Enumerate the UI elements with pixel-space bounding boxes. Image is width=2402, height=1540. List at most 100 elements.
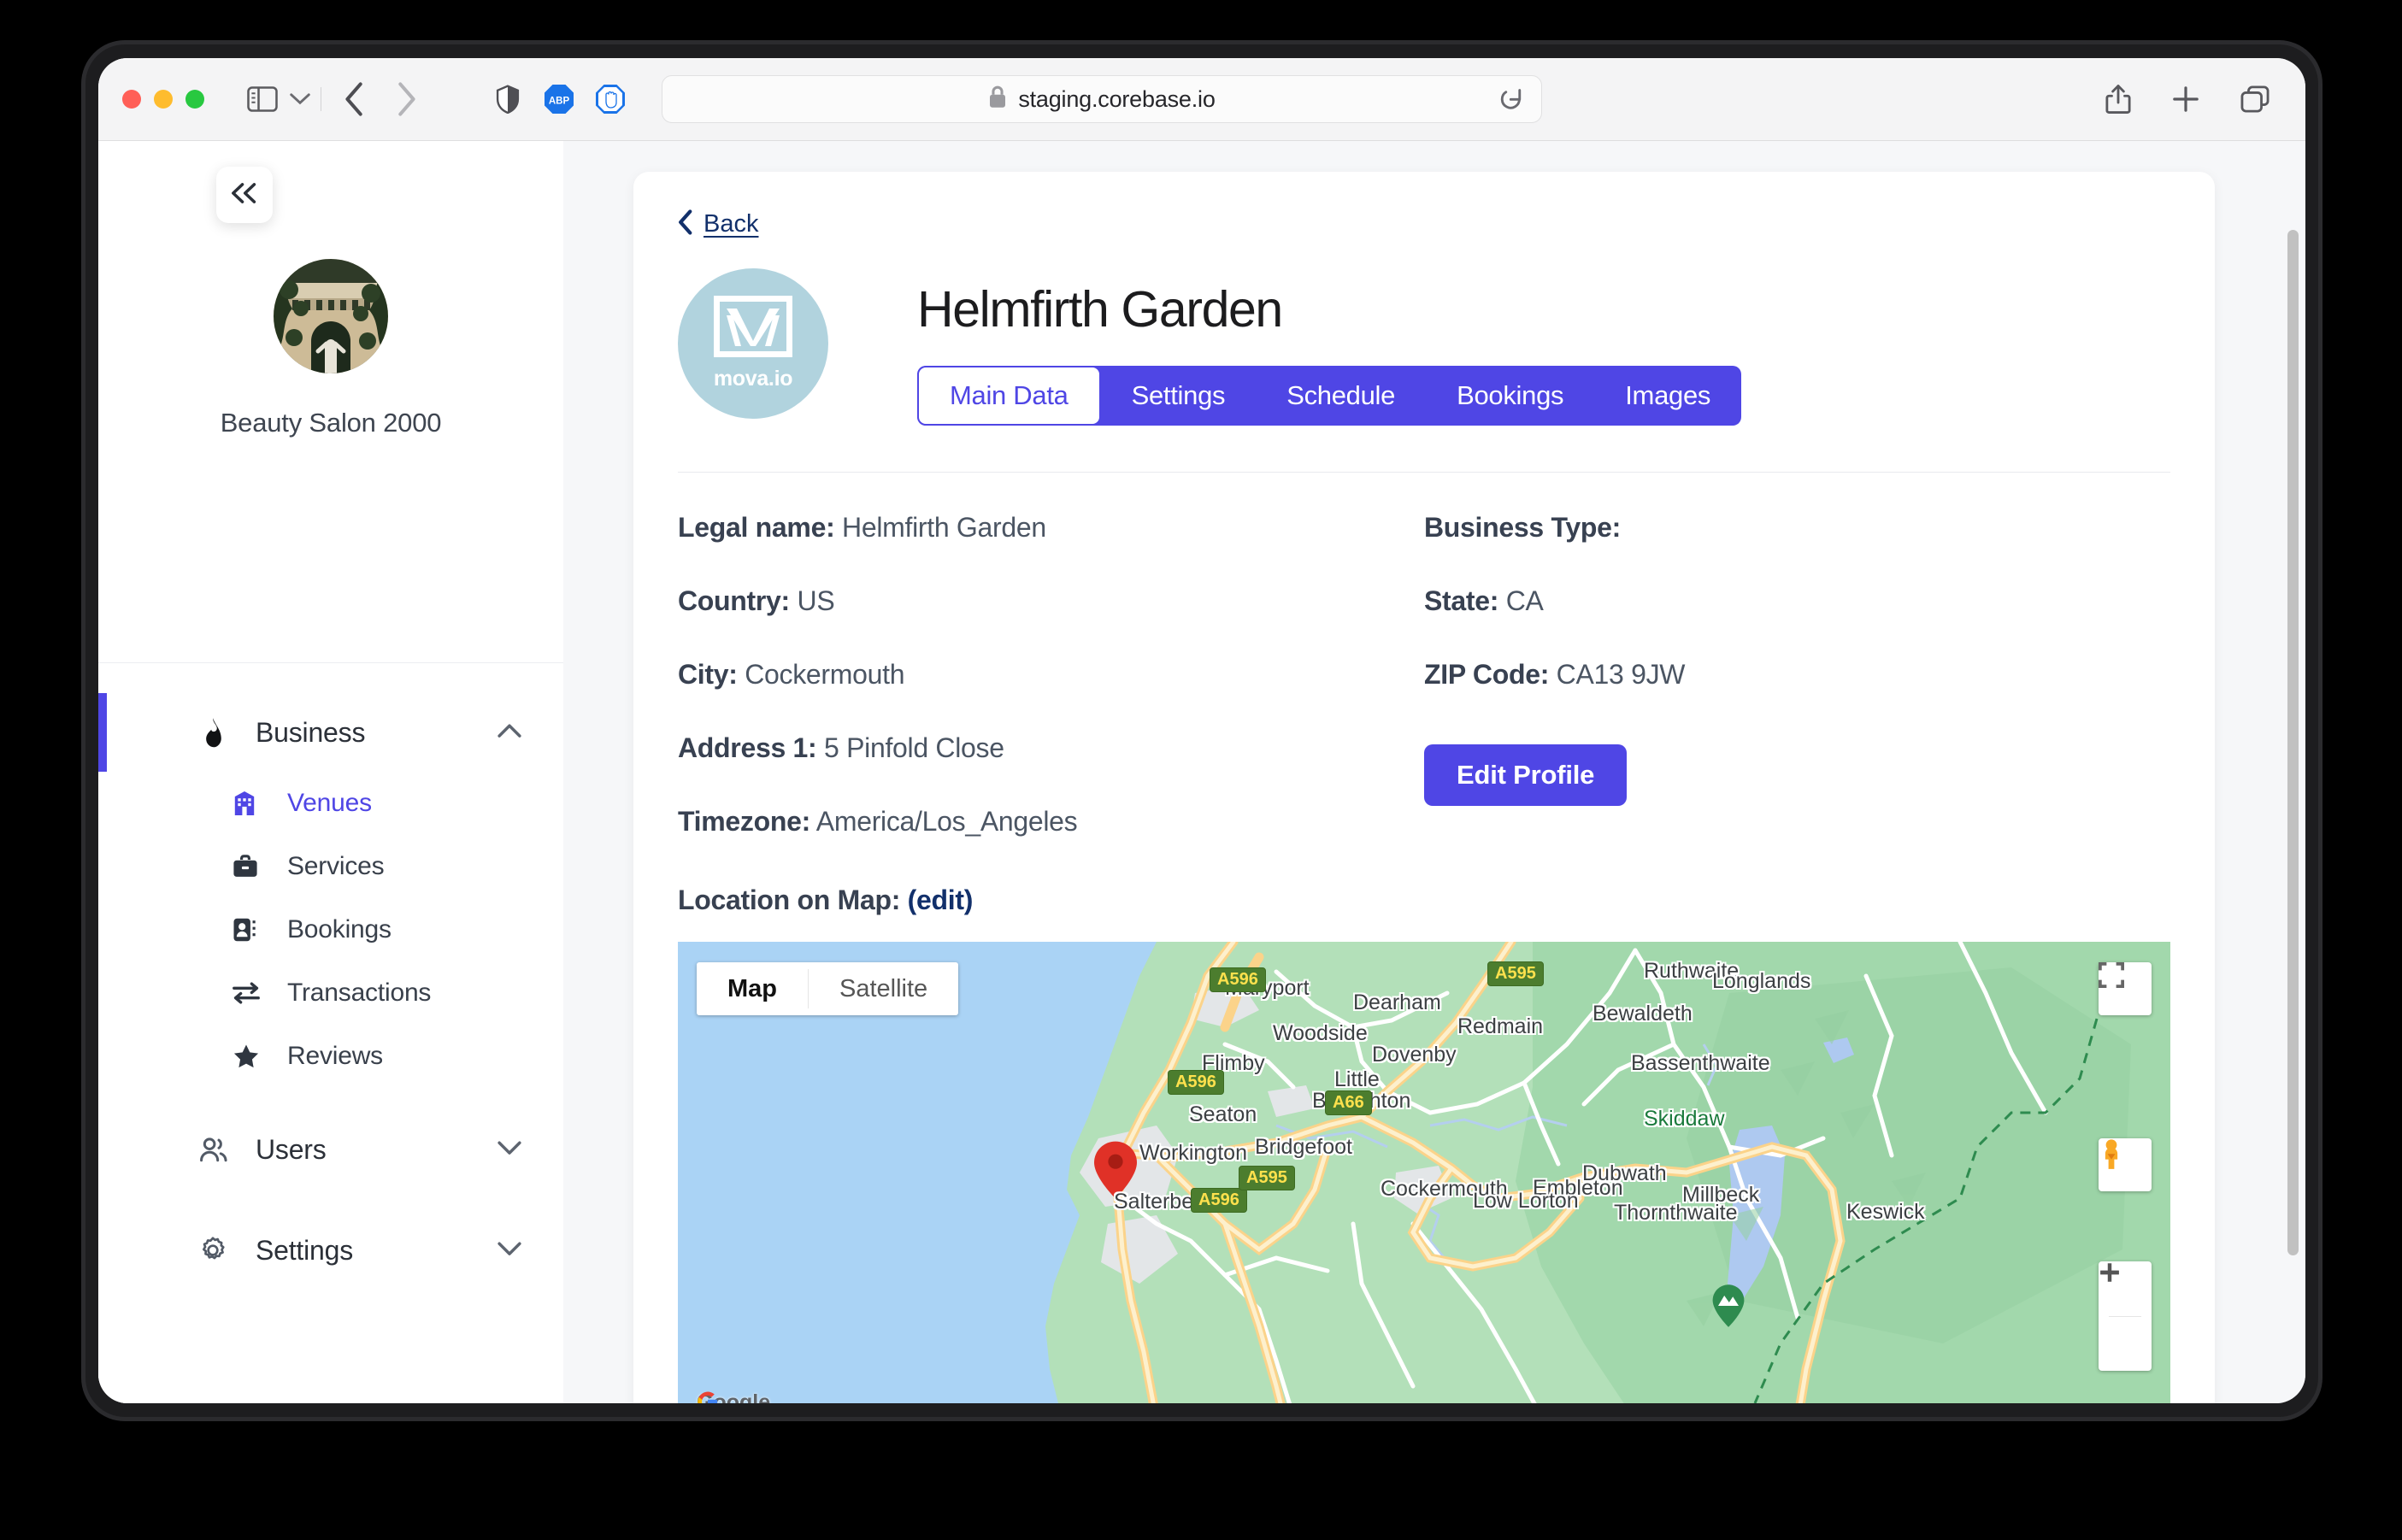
brand-name: Beauty Salon 2000: [220, 408, 442, 438]
sidebar-item-label: Bookings: [287, 915, 392, 943]
sidebar-item-label: Services: [287, 852, 385, 880]
venue-header: mova.io Helmfirth Garden Main Data Setti…: [678, 268, 2170, 426]
field-value: America/Los_Angeles: [815, 806, 1078, 837]
sidebar-item-reviews[interactable]: Reviews: [98, 1025, 563, 1088]
plus-icon[interactable]: [2172, 85, 2199, 113]
share-icon[interactable]: [2105, 84, 2131, 115]
sidebar-item-label: Venues: [287, 789, 372, 817]
field-value: US: [797, 585, 835, 616]
window-traffic-lights: [122, 90, 204, 109]
sidebar-collapse-button[interactable]: [216, 167, 273, 223]
page-scrollbar-thumb[interactable]: [2287, 230, 2299, 1255]
browser-toolbar: ABP staging.corebase.io: [98, 58, 2305, 141]
main-content: Back mova.io Helmfirth Garden Main Data …: [563, 141, 2305, 1403]
sidebar-item-venues[interactable]: Venues: [98, 772, 563, 835]
venue-details: Legal name: Helmfirth Garden Country: US…: [678, 512, 2170, 879]
sidebar-icon[interactable]: [247, 86, 278, 112]
map-edit-link[interactable]: (edit): [908, 885, 974, 915]
briefcase-icon: [233, 855, 267, 879]
chevron-right-icon[interactable]: [395, 81, 417, 117]
lock-icon: [988, 85, 1007, 113]
location-map[interactable]: Map Satellite Maryport Dearham Woodside …: [678, 942, 2170, 1403]
adblock-plus-icon[interactable]: ABP: [544, 84, 574, 115]
avatar: [274, 259, 388, 373]
tab-main-data[interactable]: Main Data: [917, 366, 1101, 426]
tabs-icon[interactable]: [2240, 85, 2270, 113]
sidebar-item-label: Reviews: [287, 1042, 383, 1070]
chevron-left-icon[interactable]: [344, 81, 366, 117]
transfer-icon: [233, 981, 267, 1005]
venue-tabs: Main Data Settings Schedule Bookings Ima…: [917, 366, 1742, 426]
sidebar-group-users[interactable]: Users: [98, 1110, 563, 1189]
sidebar-item-transactions[interactable]: Transactions: [98, 961, 563, 1025]
field-timezone: Timezone: America/Los_Angeles: [678, 806, 1424, 838]
venue-detail-card: Back mova.io Helmfirth Garden Main Data …: [633, 172, 2215, 1403]
field-label: Legal name:: [678, 512, 835, 543]
tab-schedule[interactable]: Schedule: [1256, 366, 1426, 426]
google-g-icon: [698, 1391, 718, 1403]
edit-profile-button[interactable]: Edit Profile: [1424, 744, 1628, 806]
address-bar[interactable]: staging.corebase.io: [662, 75, 1542, 123]
building-icon: [233, 790, 267, 817]
star-icon: [233, 1043, 267, 1069]
field-business-type: Business Type:: [1424, 512, 2170, 544]
gear-icon: [199, 1237, 235, 1264]
page-scrollbar[interactable]: [2287, 141, 2299, 1403]
section-divider: [678, 472, 2170, 473]
chevron-down-icon[interactable]: [290, 92, 310, 106]
field-value: CA13 9JW: [1556, 659, 1686, 690]
zoom-out-button[interactable]: [2099, 1270, 2152, 1371]
map-type-map-button[interactable]: Map: [697, 962, 808, 1015]
field-value: Cockermouth: [745, 659, 905, 690]
back-link[interactable]: Back: [678, 209, 758, 239]
stop-hand-icon[interactable]: [595, 84, 626, 115]
brand-block: Beauty Salon 2000: [98, 259, 563, 438]
details-left-column: Legal name: Helmfirth Garden Country: US…: [678, 512, 1424, 879]
browser-window: ABP staging.corebase.io Beauty Salon 200…: [98, 58, 2305, 1403]
map-section-label: Location on Map:: [678, 885, 901, 915]
google-attribution: Google: [697, 1390, 770, 1403]
field-label: Timezone:: [678, 806, 810, 837]
sidebar-group-label: Settings: [256, 1234, 354, 1266]
chevron-left-icon: [678, 209, 693, 239]
map-type-switch: Map Satellite: [697, 962, 959, 1015]
url-text: staging.corebase.io: [1018, 85, 1216, 112]
tab-settings[interactable]: Settings: [1101, 366, 1257, 426]
sidebar-group-settings[interactable]: Settings: [98, 1211, 563, 1290]
sidebar-item-services[interactable]: Services: [98, 835, 563, 898]
device-frame: ABP staging.corebase.io Beauty Salon 200…: [85, 44, 2318, 1417]
tab-bookings[interactable]: Bookings: [1426, 366, 1594, 426]
map-type-satellite-button[interactable]: Satellite: [809, 962, 958, 1015]
map-zoom-controls: [2099, 1261, 2152, 1371]
app-sidebar: Beauty Salon 2000 Business Venues Servic…: [98, 141, 563, 1403]
sidebar-group-label: Users: [256, 1133, 327, 1165]
users-icon: [199, 1137, 235, 1162]
page-title: Helmfirth Garden: [917, 281, 1283, 338]
page-viewport: Beauty Salon 2000 Business Venues Servic…: [98, 141, 2305, 1403]
shield-icon[interactable]: [492, 84, 523, 115]
active-indicator: [98, 693, 107, 772]
back-label: Back: [704, 210, 759, 238]
fullscreen-icon[interactable]: [2099, 962, 2152, 1015]
maximize-window-button[interactable]: [185, 90, 204, 109]
field-label: ZIP Code:: [1424, 659, 1550, 690]
minimize-window-button[interactable]: [154, 90, 173, 109]
tab-images[interactable]: Images: [1594, 366, 1741, 426]
field-label: Address 1:: [678, 732, 817, 763]
field-country: Country: US: [678, 585, 1424, 617]
chevrons-left-icon: [231, 182, 258, 209]
street-view-pegman-icon[interactable]: [2099, 1138, 2152, 1191]
field-label: Country:: [678, 585, 790, 616]
sidebar-divider: [98, 662, 563, 663]
sidebar-item-bookings[interactable]: Bookings: [98, 898, 563, 961]
chevron-up-icon: [497, 723, 522, 743]
map-section-title: Location on Map: (edit): [678, 885, 2170, 916]
sidebar-group-business[interactable]: Business: [98, 693, 563, 772]
reload-icon[interactable]: [1499, 87, 1522, 112]
id-card-icon: [233, 917, 267, 943]
field-value: CA: [1505, 585, 1544, 616]
sidebar-item-label: Transactions: [287, 979, 432, 1007]
close-window-button[interactable]: [122, 90, 141, 109]
